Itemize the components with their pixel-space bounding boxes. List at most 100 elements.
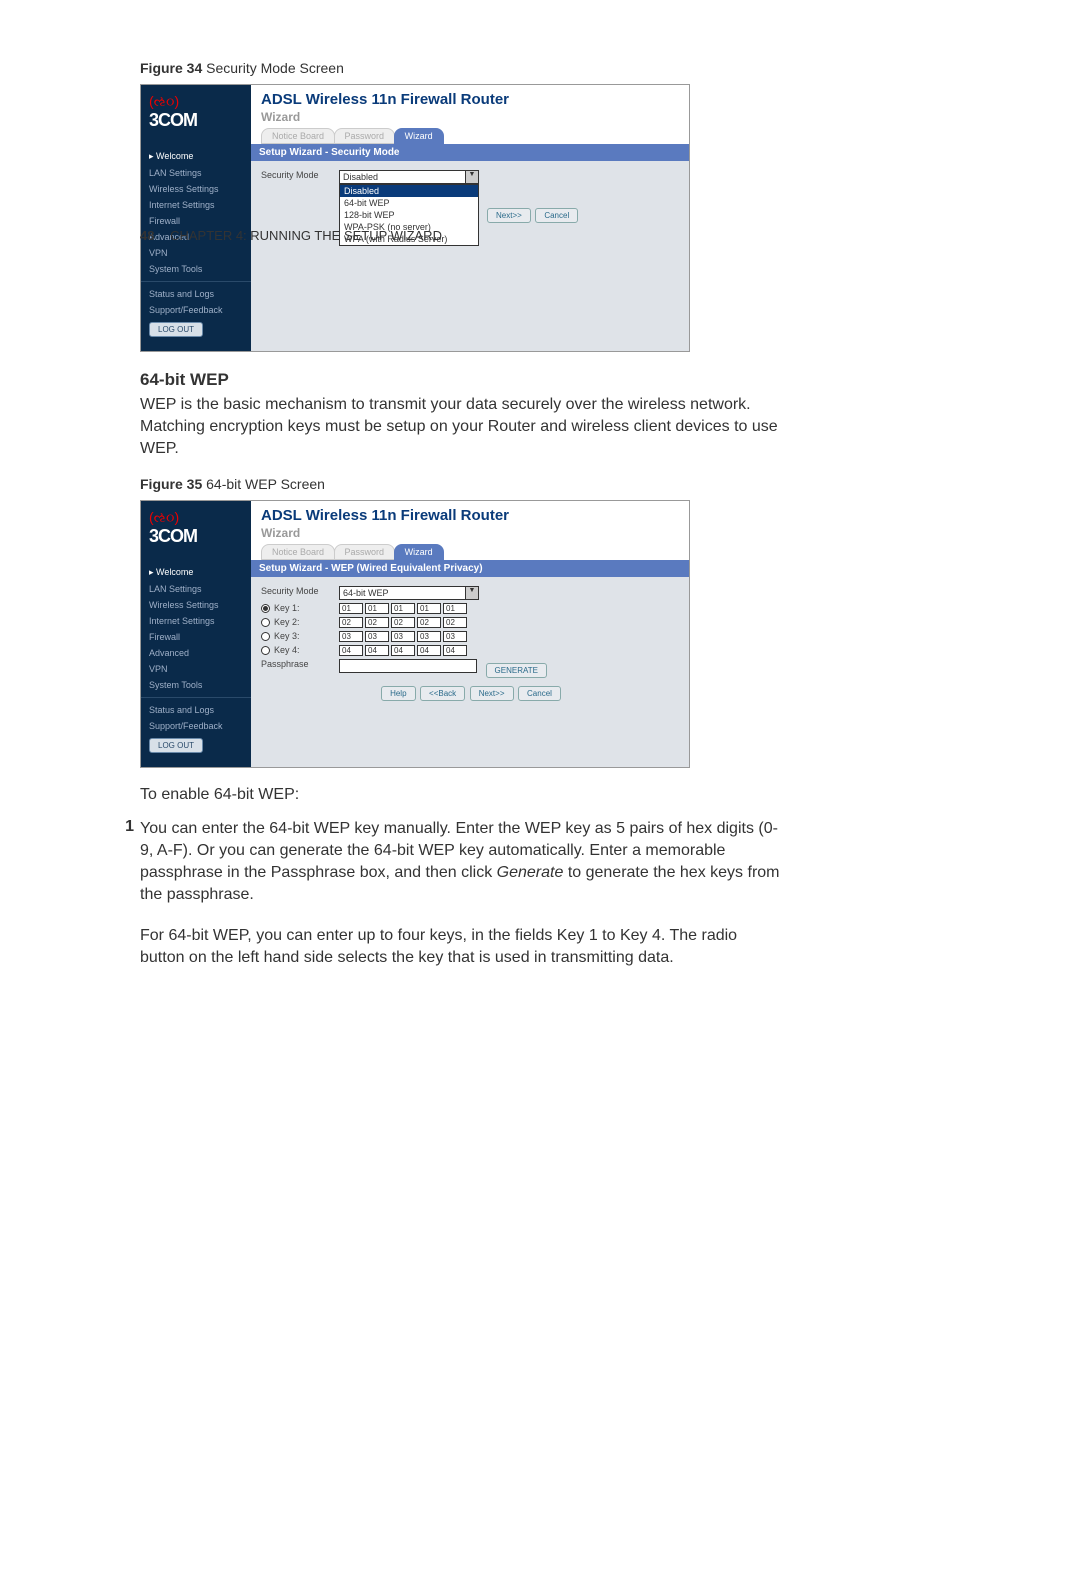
title-cell: ADSL Wireless 11n Firewall Router Wizard… <box>251 85 689 144</box>
sidebar-welcome[interactable]: ▸ Welcome <box>141 148 251 165</box>
sidebar-internet-2[interactable]: Internet Settings <box>141 613 251 629</box>
sidebar-wireless-2[interactable]: Wireless Settings <box>141 597 251 613</box>
help-button[interactable]: Help <box>381 686 415 701</box>
enable-line: To enable 64-bit WEP: <box>140 786 780 804</box>
sidebar-advanced-2[interactable]: Advanced <box>141 645 251 661</box>
sidebar-2: ▸ Welcome LAN Settings Wireless Settings… <box>141 560 251 767</box>
sidebar-sep-2 <box>141 697 251 698</box>
key2-hex-5[interactable]: 02 <box>443 617 467 628</box>
tab-notice-board-2[interactable]: Notice Board <box>261 544 335 560</box>
chapter-s: S <box>344 228 353 243</box>
next-button[interactable]: Next>> <box>487 208 531 223</box>
chevron-down-icon-2: ▼ <box>465 587 478 599</box>
next-button-2[interactable]: Next>> <box>470 686 514 701</box>
opt-64wep[interactable]: 64-bit WEP <box>340 197 478 209</box>
tab-password-2[interactable]: Password <box>334 544 396 560</box>
key1-inputs: 0101010101 <box>339 603 469 614</box>
sidebar-vpn[interactable]: VPN <box>141 245 251 261</box>
tab-notice-board[interactable]: Notice Board <box>261 128 335 144</box>
sidebar-support-2[interactable]: Support/Feedback <box>141 718 251 734</box>
sidebar-systools-2[interactable]: System Tools <box>141 677 251 693</box>
logo-cell: (ઌ૦) 3COM <box>141 85 251 144</box>
wizard-banner-2: Setup Wizard - WEP (Wired Equivalent Pri… <box>251 560 689 577</box>
figure34-bold: Figure 34 <box>140 60 202 76</box>
key4-hex-1[interactable]: 04 <box>339 645 363 656</box>
wizard-banner: Setup Wizard - Security Mode <box>251 144 689 161</box>
figure35-rest: 64-bit WEP Screen <box>202 476 325 492</box>
cancel-button-2[interactable]: Cancel <box>518 686 561 701</box>
buttons-row: Help <<Back Next>> Cancel <box>261 686 679 701</box>
key1-hex-1[interactable]: 01 <box>339 603 363 614</box>
key3-inputs: 0303030303 <box>339 631 469 642</box>
screenshot-security-mode: (ઌ૦) 3COM ADSL Wireless 11n Firewall Rou… <box>140 84 690 352</box>
key3-hex-3[interactable]: 03 <box>391 631 415 642</box>
sidebar-status[interactable]: Status and Logs <box>141 286 251 302</box>
logo-3com: 3COM <box>149 110 197 130</box>
sidebar-status-2[interactable]: Status and Logs <box>141 702 251 718</box>
key4-hex-2[interactable]: 04 <box>365 645 389 656</box>
router-title-2: ADSL Wireless 11n Firewall Router <box>261 507 679 524</box>
tab-wizard[interactable]: Wizard <box>394 128 444 144</box>
chapter-text: HAPTER 4: R <box>179 228 259 243</box>
cancel-button[interactable]: Cancel <box>535 208 578 223</box>
select-value-2: 64-bit WEP <box>343 588 389 598</box>
sidebar-lan-2[interactable]: LAN Settings <box>141 581 251 597</box>
sidebar-wireless[interactable]: Wireless Settings <box>141 181 251 197</box>
page-number: 48 <box>140 228 154 243</box>
key4-hex-4[interactable]: 04 <box>417 645 441 656</box>
sidebar-support[interactable]: Support/Feedback <box>141 302 251 318</box>
sidebar-lan[interactable]: LAN Settings <box>141 165 251 181</box>
key3-label: Key 3: <box>261 631 339 641</box>
step-1-text: You can enter the 64-bit WEP key manuall… <box>140 818 780 968</box>
title-cell-2: ADSL Wireless 11n Firewall Router Wizard… <box>251 501 689 560</box>
key1-label: Key 1: <box>261 603 339 613</box>
key3-hex-1[interactable]: 03 <box>339 631 363 642</box>
passphrase-input[interactable] <box>339 659 477 673</box>
sidebar-firewall[interactable]: Firewall <box>141 213 251 229</box>
key3-radio[interactable] <box>261 632 270 641</box>
wizard-sub-2: Wizard <box>261 526 679 540</box>
logout-button-2[interactable]: LOG OUT <box>149 738 203 753</box>
key1-hex-3[interactable]: 01 <box>391 603 415 614</box>
key2-hex-2[interactable]: 02 <box>365 617 389 628</box>
tab-password[interactable]: Password <box>334 128 396 144</box>
key1-radio[interactable] <box>261 604 270 613</box>
step-1-number: 1 <box>112 818 134 968</box>
logo-3com-2: 3COM <box>149 526 197 546</box>
security-mode-select-2[interactable]: 64-bit WEP ▼ <box>339 586 479 600</box>
section-64bit-head: 64-bit WEP <box>140 370 780 390</box>
key3-hex-4[interactable]: 03 <box>417 631 441 642</box>
sidebar-internet[interactable]: Internet Settings <box>141 197 251 213</box>
key3-hex-2[interactable]: 03 <box>365 631 389 642</box>
security-mode-select[interactable]: Disabled ▼ <box>339 170 479 184</box>
sidebar-vpn-2[interactable]: VPN <box>141 661 251 677</box>
logout-button[interactable]: LOG OUT <box>149 322 203 337</box>
tab-wizard-2[interactable]: Wizard <box>394 544 444 560</box>
sidebar-systools[interactable]: System Tools <box>141 261 251 277</box>
back-button[interactable]: <<Back <box>420 686 465 701</box>
sidebar-firewall-2[interactable]: Firewall <box>141 629 251 645</box>
key1-hex-5[interactable]: 01 <box>443 603 467 614</box>
swirl-icon: (ઌ૦) <box>149 93 179 110</box>
key2-hex-4[interactable]: 02 <box>417 617 441 628</box>
opt-disabled[interactable]: Disabled <box>340 185 478 197</box>
key2-hex-3[interactable]: 02 <box>391 617 415 628</box>
key4-hex-3[interactable]: 04 <box>391 645 415 656</box>
logo-cell-2: (ઌ૦) 3COM <box>141 501 251 560</box>
wizard-sub: Wizard <box>261 110 679 124</box>
key4-radio[interactable] <box>261 646 270 655</box>
figure35-bold: Figure 35 <box>140 476 202 492</box>
sidebar-welcome-2[interactable]: ▸ Welcome <box>141 564 251 581</box>
generate-button[interactable]: GENERATE <box>486 663 547 678</box>
key1-hex-4[interactable]: 01 <box>417 603 441 614</box>
figure34-caption: Figure 34 Security Mode Screen <box>140 60 780 76</box>
key4-hex-5[interactable]: 04 <box>443 645 467 656</box>
key2-label: Key 2: <box>261 617 339 627</box>
opt-128wep[interactable]: 128-bit WEP <box>340 209 478 221</box>
key2-hex-1[interactable]: 02 <box>339 617 363 628</box>
key2-radio[interactable] <box>261 618 270 627</box>
key3-hex-5[interactable]: 03 <box>443 631 467 642</box>
chapter-mid: UNNING THE <box>260 228 344 243</box>
key1-hex-2[interactable]: 01 <box>365 603 389 614</box>
chapter-last: IZARD <box>403 228 442 243</box>
